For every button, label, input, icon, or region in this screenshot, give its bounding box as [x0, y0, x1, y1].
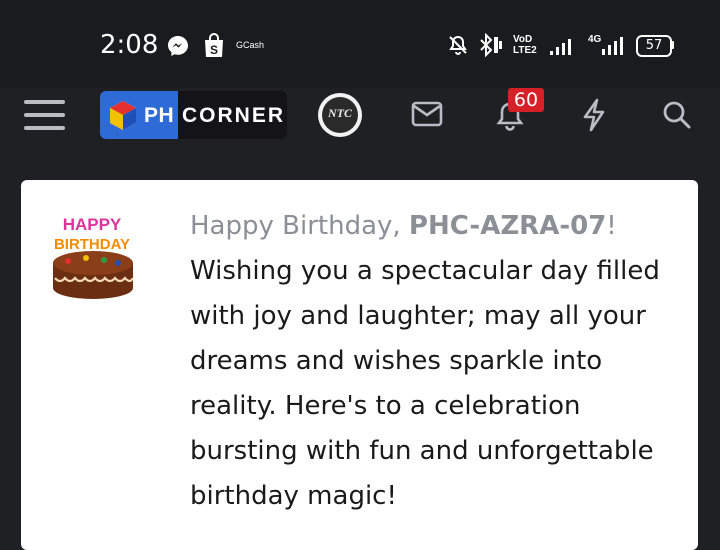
bluetooth-icon [480, 33, 502, 57]
search-icon[interactable] [662, 100, 692, 130]
volte-label-bottom: LTE2 [513, 45, 537, 56]
greeting-text: Happy Birthday, [190, 211, 409, 241]
notification-badge: 60 [508, 88, 544, 112]
svg-text:S: S [210, 43, 218, 57]
logo-ph-block: PH [100, 91, 178, 139]
battery-tip [671, 41, 674, 49]
lightning-icon[interactable] [580, 98, 608, 132]
status-bar: 2:08 S GCash VoD LTE2 4G 57 [0, 0, 720, 88]
site-logo[interactable]: PH CORNER [100, 91, 287, 139]
logo-ph-text: PH [144, 104, 175, 127]
logo-cube-icon [110, 101, 136, 130]
avatar[interactable]: NTC [318, 93, 362, 137]
status-time: 2:08 [100, 30, 159, 60]
greeting-exclaim: ! [606, 211, 617, 241]
avatar-label: NTC [328, 106, 352, 120]
mail-icon[interactable] [411, 101, 443, 127]
volte-indicator: VoD LTE2 [513, 34, 537, 56]
menu-icon[interactable] [24, 98, 66, 132]
birthday-message: Happy Birthday, PHC-AZRA-07! Wishing you… [190, 204, 690, 519]
app-bar: PH CORNER NTC [0, 88, 720, 178]
signal-icon-2 [602, 37, 623, 55]
volte-label-top: VoD [513, 34, 533, 45]
birthday-message-card: HAPPY BIRTHDAY Happy Birthday, PHC-AZRA-… [21, 180, 698, 550]
logo-corner-text: CORNER [182, 104, 286, 127]
battery-level: 57 [645, 38, 663, 53]
shopee-icon: S [205, 33, 223, 57]
gcash-label: GCash [236, 40, 265, 50]
signal-icon [550, 39, 571, 55]
cake-text-top: HAPPY [63, 215, 122, 234]
message-body: Wishing you a spectacular day filled wit… [190, 256, 660, 511]
username-link[interactable]: PHC-AZRA-07 [409, 211, 606, 241]
battery-icon: 57 [636, 35, 672, 57]
messenger-icon [168, 36, 188, 56]
birthday-cake-icon: HAPPY BIRTHDAY [53, 215, 134, 299]
mute-bell-icon [449, 35, 467, 55]
cake-text-bottom: BIRTHDAY [54, 236, 130, 253]
